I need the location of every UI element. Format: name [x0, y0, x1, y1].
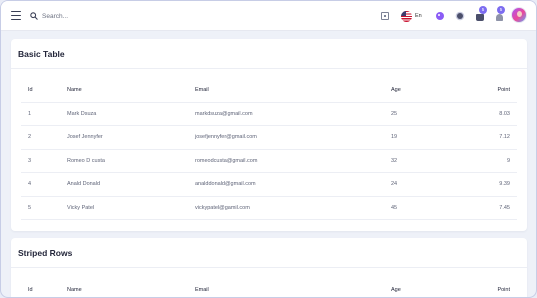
cell-point: 9.39 [451, 172, 517, 197]
column-header-id: Id [21, 79, 67, 103]
divider [11, 68, 527, 69]
cell-name: Anald Donald [67, 172, 195, 197]
column-header-point: Point [451, 79, 517, 103]
cell-name: Mark Dsuza [67, 102, 195, 126]
table-row: 4 Anald Donald analddonald@gmail.com 24 … [21, 172, 517, 197]
table-row: 1 Mark Dsuza markdsuza@gmail.com 25 8.03 [21, 102, 517, 126]
language-label: En [415, 13, 422, 19]
search-input[interactable] [42, 12, 202, 20]
column-header-name: Name [67, 286, 82, 293]
user-avatar[interactable] [511, 7, 527, 23]
card-title: Striped Rows [18, 248, 73, 258]
cell-id: 2 [21, 125, 67, 150]
app-frame: En 5 5 Basic Table Id Name Email Age Poi… [0, 0, 537, 298]
menu-toggle-icon[interactable] [11, 11, 21, 21]
divider [11, 267, 527, 268]
us-flag-icon [401, 10, 412, 22]
dark-mode-icon[interactable] [453, 9, 467, 23]
cell-age: 19 [391, 125, 451, 150]
column-header-point: Point [497, 286, 510, 293]
column-header-age: Age [391, 79, 451, 103]
cell-point: 7.12 [451, 125, 517, 150]
column-header-email: Email [195, 79, 391, 103]
fullscreen-icon[interactable] [378, 9, 392, 23]
top-bar: En 5 5 [1, 1, 536, 31]
palette-icon[interactable] [433, 9, 447, 23]
cell-email: analddonald@gmail.com [195, 172, 391, 197]
basic-table: Id Name Email Age Point 1 Mark Dsuza mar… [21, 79, 517, 220]
cell-email: markdsuza@gmail.com [195, 102, 391, 126]
table-header-row: Id Name Email Age Point [21, 79, 517, 103]
column-header-age: Age [391, 286, 401, 293]
striped-table-card: Striped Rows Id Name Email Age Point [11, 238, 527, 297]
notification-badge: 5 [497, 6, 505, 14]
cell-email: josefjennyfer@gmail.com [195, 125, 391, 150]
basic-table-card: Basic Table Id Name Email Age Point 1 Ma… [11, 39, 527, 231]
striped-table: Id Name Email Age Point [21, 278, 517, 297]
cell-age: 25 [391, 102, 451, 126]
cell-age: 45 [391, 196, 451, 220]
cell-id: 1 [21, 102, 67, 126]
cell-point: 8.03 [451, 102, 517, 126]
cell-name: Vicky Patel [67, 196, 195, 220]
table-header-row: Id Name Email Age Point [21, 278, 517, 297]
cell-point: 9 [451, 149, 517, 173]
table-row: 3 Romeo D custa romeodcusta@gmail.com 32… [21, 149, 517, 173]
table-row: 2 Josef Jennyfer josefjennyfer@gmail.com… [21, 125, 517, 150]
cell-id: 4 [21, 172, 67, 197]
cell-id: 3 [21, 149, 67, 173]
column-header-name: Name [67, 79, 195, 103]
cell-id: 5 [21, 196, 67, 220]
card-title: Basic Table [18, 49, 65, 59]
search-icon [30, 12, 38, 20]
column-header-email: Email [195, 286, 209, 293]
cell-age: 24 [391, 172, 451, 197]
column-header-id: Id [28, 286, 33, 293]
cell-point: 7.45 [451, 196, 517, 220]
cell-name: Josef Jennyfer [67, 125, 195, 150]
cell-email: romeodcusta@gmail.com [195, 149, 391, 173]
search-bar [30, 8, 210, 24]
language-selector[interactable]: En [401, 9, 422, 23]
cell-name: Romeo D custa [67, 149, 195, 173]
cell-email: vickypatel@gamil.com [195, 196, 391, 220]
cart-badge: 5 [479, 6, 487, 14]
table-row: 5 Vicky Patel vickypatel@gamil.com 45 7.… [21, 196, 517, 220]
cell-age: 32 [391, 149, 451, 173]
